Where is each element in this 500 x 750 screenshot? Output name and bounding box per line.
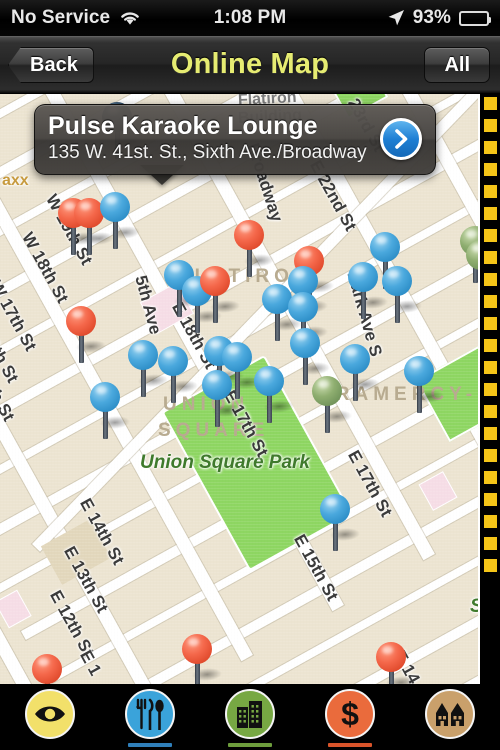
callout-subtitle: 135 W. 41st. St., Sixth Ave./Broadway: [48, 142, 367, 163]
filmstrip-square: [483, 405, 497, 418]
map-pin[interactable]: [254, 366, 297, 424]
filmstrip-square: [483, 273, 497, 286]
filmstrip-square: [483, 339, 497, 352]
filmstrip-square: [483, 229, 497, 242]
tab-item-buildings[interactable]: [213, 689, 287, 747]
carrier-label: No Service: [11, 7, 111, 28]
filmstrip-square: [483, 207, 497, 220]
status-bar-left: No Service: [11, 7, 214, 29]
filmstrip-square: [483, 559, 497, 572]
battery-icon: [459, 10, 492, 26]
wifi-icon: [119, 10, 141, 26]
map-pin[interactable]: [376, 642, 419, 684]
app-root: No Service 1:08 PM 93% Back Online Map A…: [0, 0, 500, 750]
map-pin[interactable]: [128, 340, 171, 398]
filmstrip-square: [483, 317, 497, 330]
category-tab-bar[interactable]: $: [0, 684, 500, 750]
status-bar: No Service 1:08 PM 93%: [0, 0, 500, 36]
filmstrip-square: [483, 493, 497, 506]
filmstrip-border: [478, 94, 500, 684]
location-arrow-icon: [387, 9, 405, 27]
map-street-label: axx: [2, 172, 29, 189]
tab-item-money[interactable]: $: [313, 689, 387, 747]
filmstrip-square: [483, 185, 497, 198]
buildings-icon[interactable]: [225, 689, 275, 739]
svg-text:$: $: [341, 697, 359, 731]
tab-active-indicator: [28, 743, 72, 747]
callout-text: Pulse Karaoke Lounge 135 W. 41st. St., S…: [48, 113, 372, 164]
all-button-label: All: [444, 53, 470, 76]
filmstrip-square: [483, 449, 497, 462]
clock-label: 1:08 PM: [213, 7, 287, 28]
map-callout[interactable]: Pulse Karaoke Lounge 135 W. 41st. St., S…: [34, 104, 436, 176]
map-pin[interactable]: [202, 370, 245, 428]
status-bar-center: 1:08 PM: [214, 7, 287, 29]
map-view[interactable]: axxFlatironBuildingW 19th StW 18th StW 1…: [0, 94, 500, 684]
dollar-icon[interactable]: $: [325, 689, 375, 739]
tab-item-houses[interactable]: [413, 689, 487, 747]
map-pin[interactable]: [32, 654, 62, 684]
filmstrip-square: [483, 251, 497, 264]
map-pin[interactable]: [382, 266, 425, 324]
map-pin[interactable]: [340, 344, 383, 402]
back-button-label: Back: [30, 53, 78, 76]
filmstrip-square: [483, 515, 497, 528]
filmstrip-square: [483, 97, 497, 110]
map-pin[interactable]: [90, 382, 133, 440]
tab-active-indicator: [228, 743, 272, 747]
filmstrip-square: [483, 537, 497, 550]
map-pin[interactable]: [312, 376, 355, 434]
status-bar-right: 93%: [286, 7, 492, 29]
chevron-right-disclosure-icon[interactable]: [380, 117, 422, 160]
eye-icon[interactable]: [25, 689, 75, 739]
tab-item-eye[interactable]: [13, 689, 87, 747]
houses-icon[interactable]: [425, 689, 475, 739]
map-pin[interactable]: [100, 192, 143, 250]
all-filter-button[interactable]: All: [424, 47, 490, 83]
filmstrip-square: [483, 471, 497, 484]
navigation-bar: Back Online Map All: [0, 36, 500, 94]
battery-percent-label: 93%: [412, 7, 452, 28]
filmstrip-square: [483, 295, 497, 308]
filmstrip-square: [483, 361, 497, 374]
map-pin[interactable]: [158, 346, 201, 404]
filmstrip-square: [483, 383, 497, 396]
cutlery-icon[interactable]: [125, 689, 175, 739]
map-street-label: Union Square Park: [140, 452, 310, 473]
map-canvas[interactable]: axxFlatironBuildingW 19th StW 18th StW 1…: [0, 94, 500, 684]
tab-active-indicator: [128, 743, 172, 747]
map-pin[interactable]: [234, 220, 277, 278]
map-pin[interactable]: [404, 356, 447, 414]
filmstrip-square: [483, 163, 497, 176]
filmstrip-square: [483, 427, 497, 440]
map-pin[interactable]: [348, 262, 391, 320]
callout-title: Pulse Karaoke Lounge: [48, 112, 318, 140]
filmstrip-square: [483, 141, 497, 154]
tab-item-restaurants[interactable]: [113, 689, 187, 747]
map-pin[interactable]: [320, 494, 363, 552]
tab-active-indicator: [328, 743, 372, 747]
tab-active-indicator: [428, 743, 472, 747]
back-button[interactable]: Back: [8, 47, 94, 83]
page-title: Online Map: [170, 48, 330, 80]
map-pin[interactable]: [66, 306, 109, 364]
map-pin[interactable]: [200, 266, 243, 324]
filmstrip-square: [483, 119, 497, 132]
map-pin[interactable]: [182, 634, 225, 684]
